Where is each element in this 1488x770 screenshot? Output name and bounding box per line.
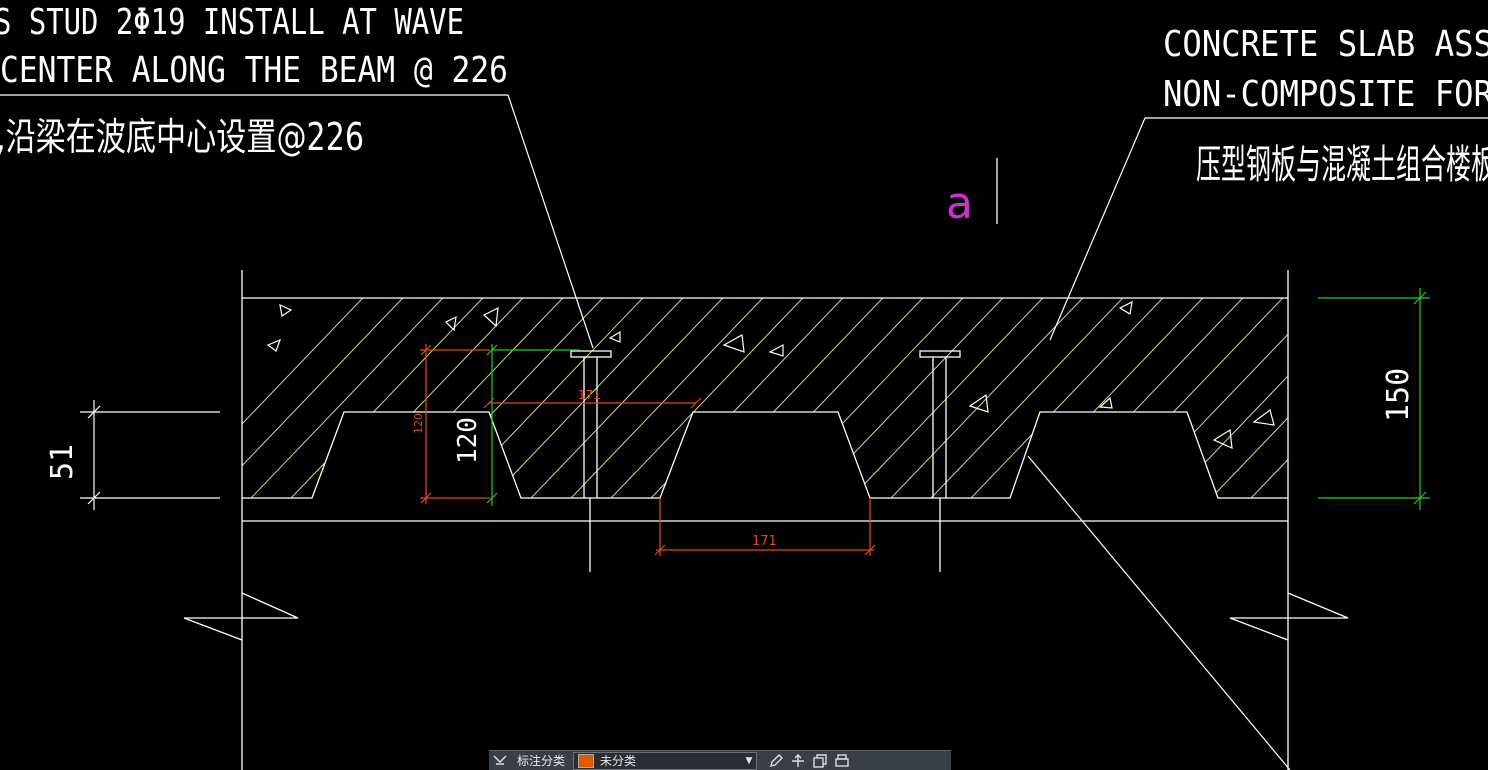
stud-note-en-line1: S STUD 2Φ19 INSTALL AT WAVE — [0, 2, 464, 43]
slab-note-en-line2: NON-COMPOSITE FOR — [1163, 74, 1488, 115]
cad-viewport[interactable]: 51 150 120 120 171 171 S STUD 2Φ19 INSTA… — [0, 0, 1488, 770]
dimension-51 — [80, 400, 220, 510]
dimension-rib-height-large — [486, 344, 580, 506]
stud-note-en-line2: CENTER ALONG THE BEAM @ 226 — [0, 50, 508, 91]
edit-icon[interactable] — [765, 752, 787, 770]
layer-color-swatch — [578, 753, 595, 768]
annotation-toolbar: 标注分类 未分类 ▼ — [489, 750, 951, 770]
cad-drawing-canvas[interactable]: 51 150 120 120 171 171 S STUD 2Φ19 INSTA… — [0, 0, 1488, 770]
stud-note-cn: ,沿梁在波底中心设置@226 — [0, 115, 364, 159]
print-icon[interactable] — [831, 752, 853, 770]
move-icon[interactable] — [787, 752, 809, 770]
slab-outline — [183, 270, 1349, 770]
layer-icon[interactable] — [489, 752, 511, 770]
leader-lines — [0, 94, 1488, 770]
text-input-cursor-char: a — [946, 178, 973, 229]
layer-select[interactable]: 未分类 ▼ — [573, 751, 758, 770]
toolbar-label: 标注分类 — [517, 754, 566, 768]
dimension-150-text: 150 — [1381, 368, 1416, 422]
concrete-hatch — [242, 298, 1288, 498]
dimension-51-text: 51 — [45, 444, 80, 480]
dimension-top-rib-spacing-text: 171 — [578, 388, 601, 402]
slab-note-en-line1: CONCRETE SLAB ASS — [1163, 24, 1488, 65]
dimension-bottom-rib-width-text: 171 — [752, 534, 777, 549]
shear-stud-left — [570, 350, 612, 572]
dimension-rib-height-small-text: 120 — [412, 413, 425, 434]
layer-select-value: 未分类 — [600, 754, 637, 768]
chevron-down-icon: ▼ — [745, 755, 753, 766]
slab-note-cn: 压型钢板与混凝土组合楼板 — [1196, 142, 1488, 188]
dimension-rib-height-large-text: 120 — [453, 417, 483, 464]
copy-icon[interactable] — [809, 752, 831, 770]
